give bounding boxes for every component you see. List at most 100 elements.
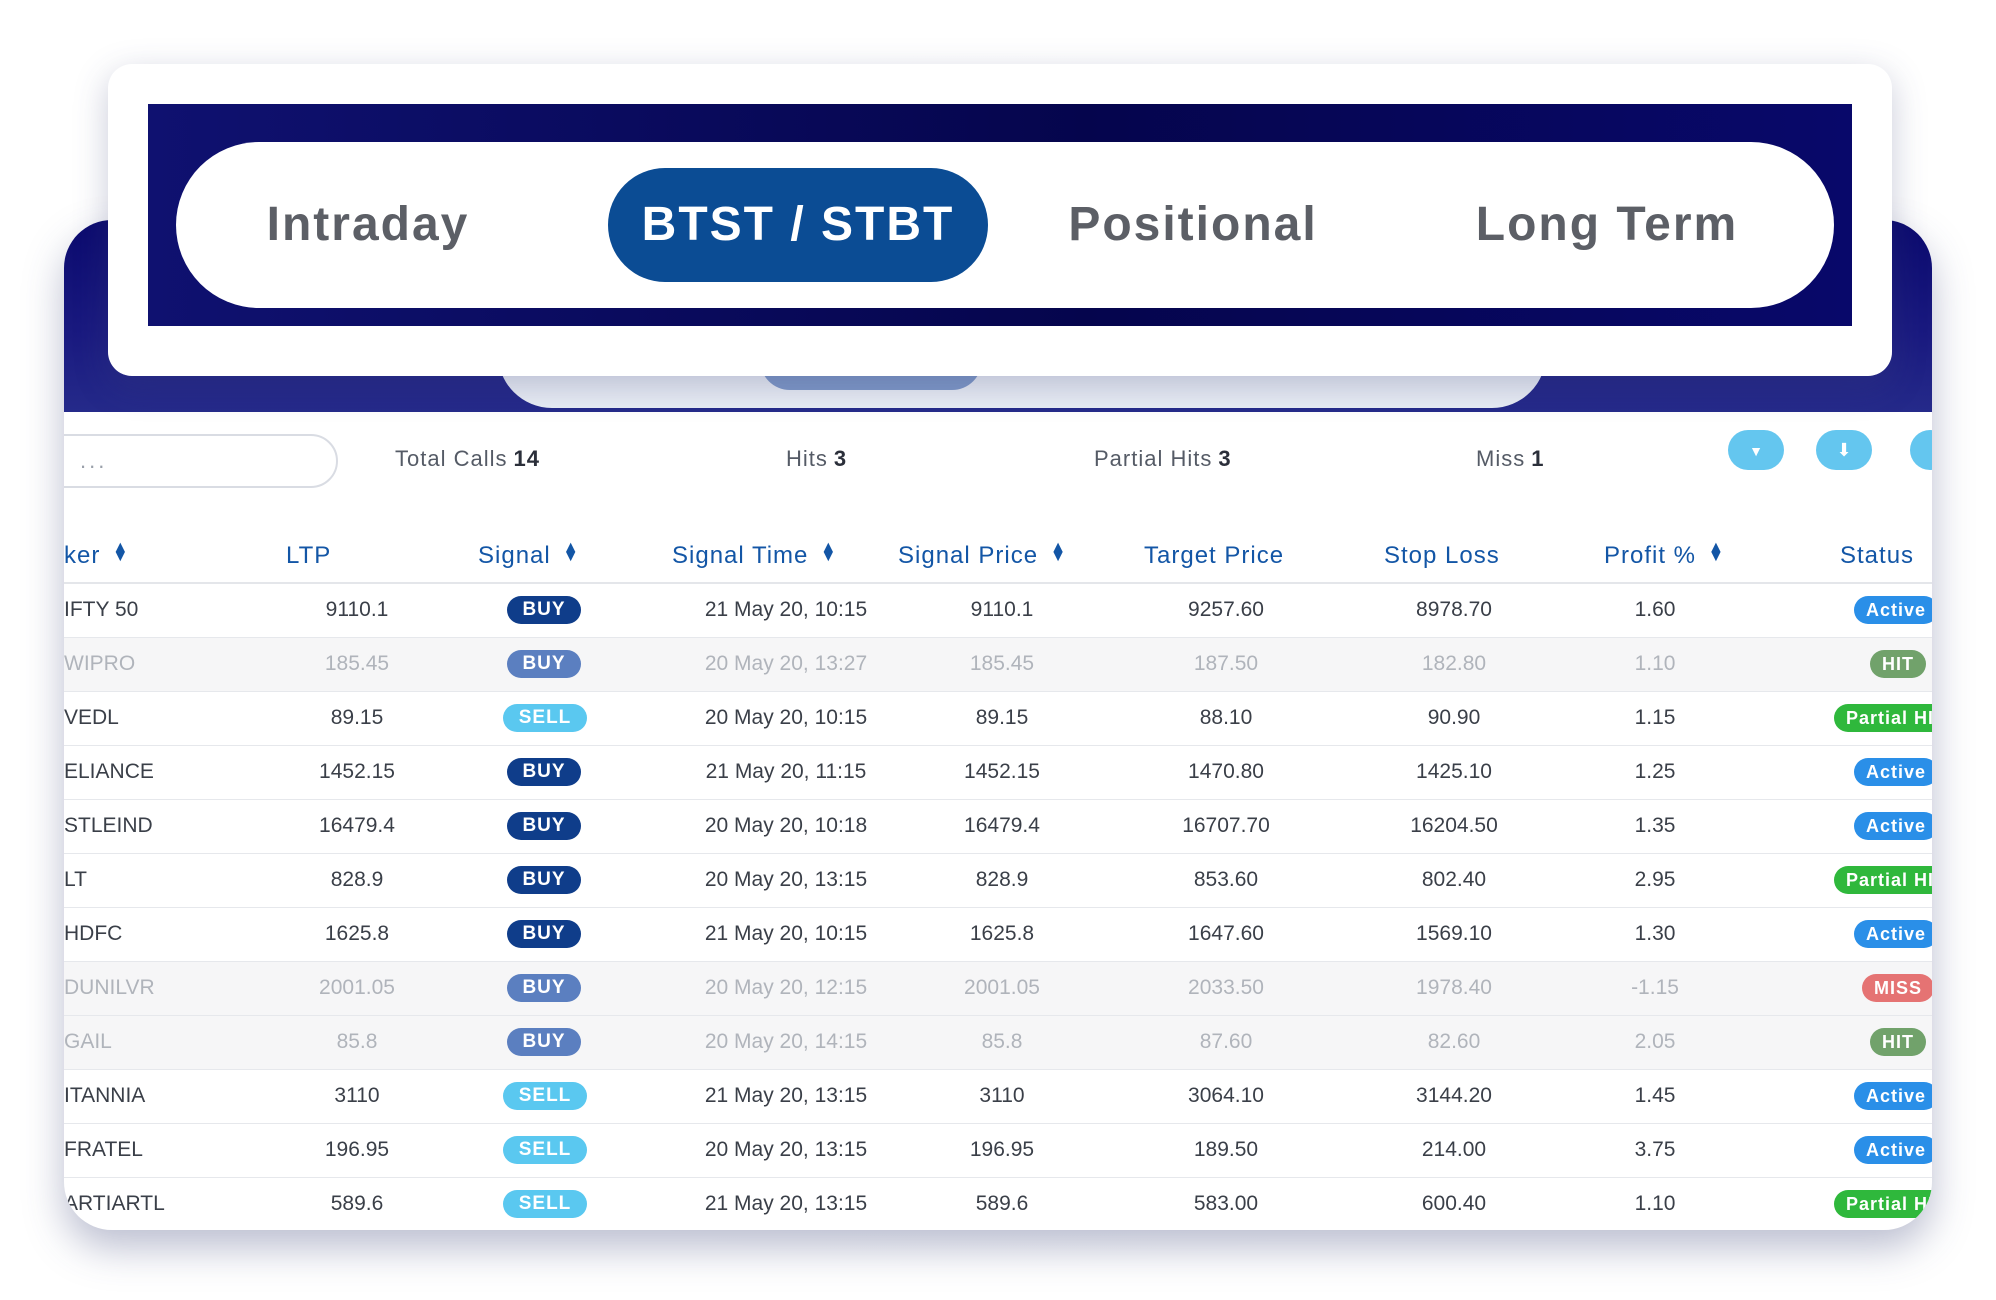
table-row[interactable]: ITANNIA 3110 SELL 21 May 20, 13:15 3110 3064.…: [64, 1070, 1932, 1124]
cell-signal-time: 20 May 20, 10:18: [704, 814, 868, 837]
cell-ticker: DUNILVR: [64, 976, 155, 999]
cell-profit: 1.30: [1634, 922, 1676, 945]
stat-miss-label: Miss: [1476, 446, 1526, 471]
table-row[interactable]: HDFC 1625.8 BUY 21 May 20, 10:15 1625.8 1647.…: [64, 908, 1932, 962]
cell-signal-time: 20 May 20, 13:15: [704, 868, 868, 891]
sort-icon[interactable]: ▲ ▼: [112, 540, 129, 565]
cell-signal-price: 185.45: [969, 652, 1035, 675]
cell-ticker: WIPRO: [64, 652, 136, 675]
status-badge: MISS: [1862, 974, 1932, 1002]
table-row[interactable]: LT 828.9 BUY 20 May 20, 13:15 828.9 853.60 802…: [64, 854, 1932, 908]
signal-badge: BUY: [507, 920, 581, 948]
cell-ltp: 89.15: [330, 706, 384, 729]
table-row[interactable]: FRATEL 196.95 SELL 20 May 20, 13:15 196.95 18…: [64, 1124, 1932, 1178]
tab-long-term[interactable]: Long Term: [1472, 168, 1742, 282]
cell-signal-time: 21 May 20, 13:15: [704, 1192, 868, 1215]
more-button[interactable]: [1910, 430, 1932, 470]
status-badge: Active: [1854, 596, 1932, 624]
cell-signal-price: 2001.05: [964, 976, 1040, 999]
tab-btst-stbt[interactable]: BTST / STBT: [608, 168, 988, 282]
col-ticker[interactable]: ker ▲ ▼: [64, 540, 129, 570]
cell-stop-loss: 82.60: [1427, 1030, 1481, 1053]
table-row[interactable]: IFTY 50 9110.1 BUY 21 May 20, 10:15 9110.1 92…: [64, 584, 1932, 638]
cell-signal-time: 20 May 20, 13:27: [704, 652, 868, 675]
cell-ltp: 185.45: [324, 652, 390, 675]
cell-profit: 2.05: [1634, 1030, 1676, 1053]
cell-ticker: LT: [64, 868, 87, 891]
cell-signal-price: 589.6: [975, 1192, 1029, 1215]
col-signal[interactable]: Signal ▲ ▼: [478, 540, 580, 570]
cell-ltp: 16479.4: [319, 814, 395, 837]
cell-signal-price: 16479.4: [964, 814, 1040, 837]
cell-ticker: ARTIARTL: [64, 1192, 165, 1215]
cell-ltp: 9110.1: [325, 598, 389, 621]
signal-badge: BUY: [507, 1028, 581, 1056]
signal-badge: BUY: [507, 596, 581, 624]
cell-target-price: 1470.80: [1188, 760, 1264, 783]
col-signal-label: Signal: [478, 542, 551, 569]
sort-icon[interactable]: ▲ ▼: [563, 540, 580, 565]
table-row[interactable]: GAIL 85.8 BUY 20 May 20, 14:15 85.8 87.60 82.6…: [64, 1016, 1932, 1070]
table-row[interactable]: ARTIARTL 589.6 SELL 21 May 20, 13:15 589.6 58…: [64, 1178, 1932, 1230]
cell-ltp: 2001.05: [319, 976, 395, 999]
cell-ltp: 828.9: [330, 868, 384, 891]
table-row[interactable]: STLEIND 16479.4 BUY 20 May 20, 10:18 16479.4…: [64, 800, 1932, 854]
stat-total-calls-value: 14: [513, 446, 540, 471]
cell-ltp: 589.6: [330, 1192, 384, 1215]
tab-card-header: Intraday BTST / STBT Positional Long Ter…: [148, 104, 1852, 326]
download-button[interactable]: ⬇: [1816, 430, 1872, 470]
stat-hits-value: 3: [833, 446, 848, 471]
cell-signal-time: 20 May 20, 12:15: [704, 976, 868, 999]
table-row[interactable]: VEDL 89.15 SELL 20 May 20, 10:15 89.15 88.10 9…: [64, 692, 1932, 746]
tab-intraday[interactable]: Intraday: [228, 168, 508, 282]
cell-ticker: ITANNIA: [64, 1084, 146, 1107]
signal-badge: SELL: [503, 1082, 587, 1110]
cell-stop-loss: 182.80: [1421, 652, 1487, 675]
table-body: IFTY 50 9110.1 BUY 21 May 20, 10:15 9110.1 92…: [64, 584, 1932, 1230]
signal-badge: BUY: [507, 974, 581, 1002]
col-signal-time[interactable]: Signal Time ▲ ▼: [672, 540, 837, 570]
table-row[interactable]: ELIANCE 1452.15 BUY 21 May 20, 11:15 1452.15…: [64, 746, 1932, 800]
status-badge: Active: [1854, 758, 1932, 786]
col-signal-price-label: Signal Price: [898, 542, 1039, 569]
col-ltp: LTP: [286, 542, 332, 569]
cell-profit: -1.15: [1631, 976, 1679, 999]
stat-total-calls: Total Calls 14: [395, 446, 540, 472]
search-input[interactable]: ...: [64, 434, 338, 488]
cell-profit: 1.25: [1634, 760, 1676, 783]
stat-hits: Hits 3: [786, 446, 847, 472]
col-target-price: Target Price: [1144, 542, 1285, 569]
signal-badge: BUY: [507, 758, 581, 786]
cell-target-price: 853.60: [1193, 868, 1259, 891]
cell-target-price: 88.10: [1199, 706, 1253, 729]
stat-total-calls-label: Total Calls: [395, 446, 508, 471]
cell-ltp: 3110: [334, 1084, 380, 1107]
cell-ltp: 1625.8: [324, 922, 390, 945]
col-profit-label: Profit %: [1604, 542, 1697, 569]
cell-stop-loss: 1425.10: [1416, 760, 1492, 783]
cell-ltp: 85.8: [336, 1030, 378, 1053]
col-profit[interactable]: Profit % ▲ ▼: [1604, 540, 1725, 570]
cell-signal-time: 21 May 20, 10:15: [704, 598, 868, 621]
filter-button[interactable]: ▼: [1728, 430, 1784, 470]
cell-profit: 1.35: [1634, 814, 1676, 837]
table-row[interactable]: DUNILVR 2001.05 BUY 20 May 20, 12:15 2001.05…: [64, 962, 1932, 1016]
cell-stop-loss: 90.90: [1427, 706, 1481, 729]
cell-target-price: 1647.60: [1188, 922, 1264, 945]
cell-profit: 2.95: [1634, 868, 1676, 891]
sort-icon[interactable]: ▲ ▼: [820, 540, 837, 565]
tab-bar: Intraday BTST / STBT Positional Long Ter…: [176, 142, 1834, 308]
cell-profit: 1.10: [1634, 652, 1676, 675]
sort-icon[interactable]: ▲ ▼: [1050, 540, 1067, 565]
status-badge: HIT: [1870, 650, 1926, 678]
table-row[interactable]: WIPRO 185.45 BUY 20 May 20, 13:27 185.45 187.…: [64, 638, 1932, 692]
cell-signal-price: 1452.15: [964, 760, 1040, 783]
status-badge: Active: [1854, 1136, 1932, 1164]
tab-positional[interactable]: Positional: [1068, 168, 1318, 282]
cell-ticker: FRATEL: [64, 1138, 143, 1161]
sort-icon[interactable]: ▲ ▼: [1708, 540, 1725, 565]
cell-signal-time: 20 May 20, 13:15: [704, 1138, 868, 1161]
status-badge: Active: [1854, 920, 1932, 948]
col-signal-price[interactable]: Signal Price ▲ ▼: [898, 540, 1067, 570]
cell-signal-price: 1625.8: [969, 922, 1035, 945]
